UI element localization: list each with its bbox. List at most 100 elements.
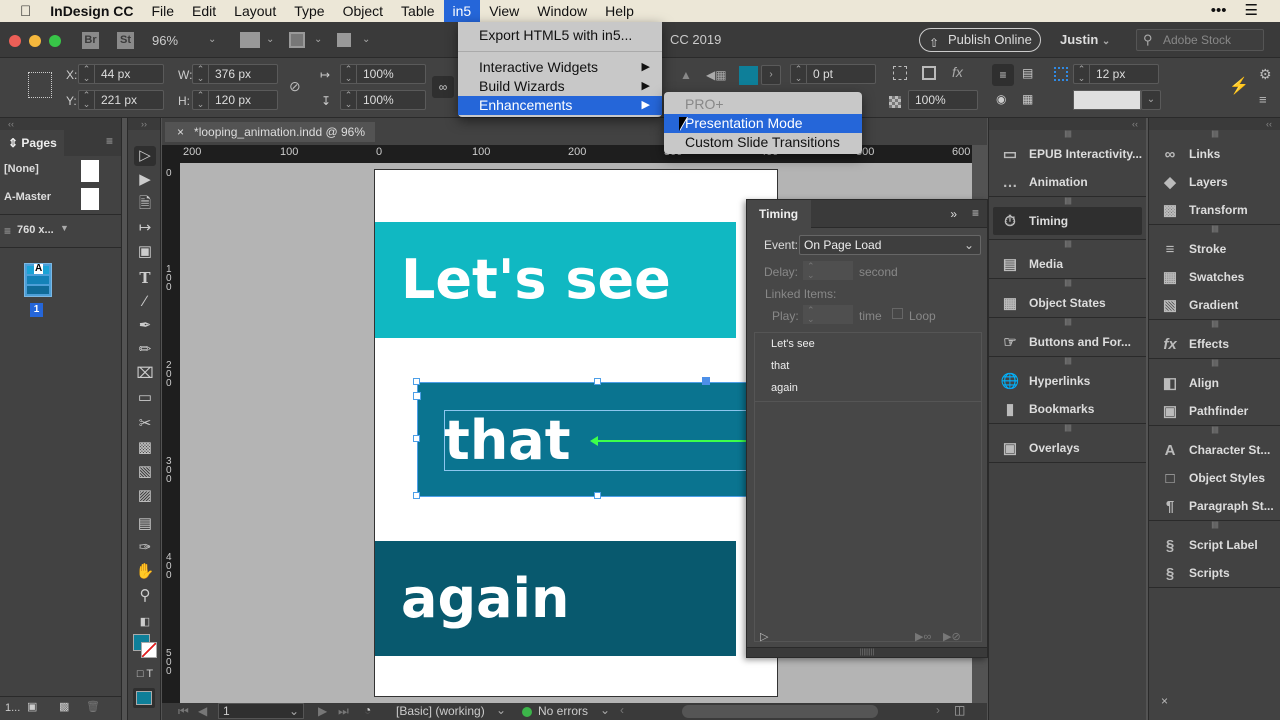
menu-edit[interactable]: Edit	[183, 0, 225, 22]
resize-handle[interactable]	[594, 492, 601, 499]
play-separately-icon[interactable]: ▶⊘	[943, 630, 961, 643]
selection-tool-icon[interactable]: ▷	[134, 146, 156, 166]
screen-mode-icon[interactable]	[289, 32, 305, 48]
play-together-icon[interactable]: ▶∞	[915, 630, 931, 643]
panel-object-states[interactable]: ▦ Object States	[989, 289, 1146, 317]
chevron-down-icon[interactable]: ⌄	[266, 34, 274, 45]
collapse-panel-icon[interactable]: ‹‹	[0, 118, 121, 130]
group-grip[interactable]: ||||||||	[1149, 225, 1280, 235]
list-item[interactable]: again	[755, 377, 981, 399]
play-field[interactable]: ⌃ ⌄	[803, 305, 853, 324]
user-menu[interactable]: Justin ⌄	[1060, 32, 1110, 47]
panel-effects[interactable]: fx Effects	[1149, 330, 1280, 358]
resize-grip[interactable]: ||||||||	[747, 647, 987, 657]
close-icon[interactable]: ×	[1161, 694, 1168, 708]
zoom-tool-icon[interactable]: ⚲	[134, 586, 156, 606]
group-grip[interactable]: ||||||||	[989, 279, 1146, 289]
page-size-selector[interactable]: ≡ 760 x... ▼	[0, 215, 121, 247]
panel-gradient[interactable]: ▧ Gradient	[1149, 291, 1280, 319]
menu-app[interactable]: InDesign CC	[41, 0, 142, 22]
gap-field[interactable]: ⌃ ⌄ 12 px	[1073, 64, 1159, 84]
horizontal-scrollbar[interactable]	[682, 705, 878, 718]
preflight-errors[interactable]: No errors	[538, 704, 588, 718]
note-tool-icon[interactable]: ▤	[134, 514, 156, 534]
zoom-level[interactable]: 96%	[152, 33, 178, 48]
chevron-down-icon[interactable]: ⌄	[1141, 90, 1161, 110]
panel-epub-interactivity[interactable]: ▭ EPUB Interactivity...	[989, 140, 1146, 168]
rectangle-frame-tool-icon[interactable]: ⌧	[134, 364, 156, 384]
view-options-icon[interactable]	[240, 32, 260, 48]
rectangle-tool-icon[interactable]: ▭	[134, 388, 156, 408]
group-grip[interactable]: ||||||||	[989, 318, 1146, 328]
page-tool-icon[interactable]: 🗎	[134, 194, 156, 214]
text-wrap-none-icon[interactable]: ≡	[992, 64, 1014, 86]
bridge-button[interactable]: Br	[82, 32, 99, 49]
page-number-field[interactable]: 1 ⌄	[218, 703, 304, 719]
fill-swatch[interactable]	[739, 66, 758, 85]
free-transform-tool-icon[interactable]: ▩	[134, 438, 156, 458]
panel-links[interactable]: ∞ Links	[1149, 140, 1280, 168]
loop-checkbox[interactable]	[892, 308, 903, 319]
preflight-profile[interactable]: [Basic] (working)	[396, 704, 485, 718]
opacity-field[interactable]: 100%	[908, 90, 978, 110]
content-collector-icon[interactable]: ▣	[134, 242, 156, 262]
new-page-icon[interactable]: ▩	[59, 700, 69, 713]
panel-character-styles[interactable]: A Character St...	[1149, 436, 1280, 464]
menu-layout[interactable]: Layout	[225, 0, 285, 22]
panel-bookmarks[interactable]: ▮ Bookmarks	[989, 395, 1146, 423]
master-none[interactable]: [None]	[0, 156, 121, 184]
scale-y-field[interactable]: ⌃ ⌄ 100%	[340, 90, 426, 110]
event-select[interactable]: On Page Load ⌄	[799, 235, 981, 255]
close-window-button[interactable]	[9, 35, 21, 47]
menu-item-build-wizards[interactable]: Build Wizards ▶	[458, 77, 662, 96]
resize-handle[interactable]	[413, 492, 420, 499]
menu-file[interactable]: File	[142, 0, 183, 22]
resize-handle[interactable]	[413, 435, 420, 442]
fx-icon[interactable]: fx	[952, 64, 963, 80]
expand-toolbar-icon[interactable]: ››	[128, 118, 160, 130]
page-number[interactable]: 1	[30, 303, 43, 317]
panel-object-styles[interactable]: □ Object Styles	[1149, 464, 1280, 492]
menu-window[interactable]: Window	[528, 0, 596, 22]
menu-icon[interactable]: ≡	[1259, 92, 1267, 107]
formatting-container-icon[interactable]: □ T	[134, 664, 156, 684]
collapse-dock-icon[interactable]: ‹‹	[989, 118, 1146, 130]
panel-transform[interactable]: ▩ Transform	[1149, 196, 1280, 224]
page-thumbnail[interactable]: A	[24, 263, 52, 297]
panel-layers[interactable]: ◆ Layers	[1149, 168, 1280, 196]
stock-button[interactable]: St	[117, 32, 134, 49]
collapse-panel-icon[interactable]: »	[950, 207, 957, 221]
chevron-down-icon[interactable]: ⌄	[208, 34, 216, 45]
group-grip[interactable]: ||||||||	[989, 424, 1146, 434]
direct-selection-tool-icon[interactable]: ▶	[134, 170, 156, 190]
gear-icon[interactable]: ⚙	[1259, 66, 1272, 83]
apply-color-button[interactable]	[133, 688, 155, 708]
close-tab-icon[interactable]: ×	[177, 125, 184, 139]
document-tab[interactable]: × *looping_animation.indd @ 96%	[165, 122, 375, 142]
apple-icon[interactable]: 	[0, 3, 41, 20]
preview-icon[interactable]: ▷	[760, 630, 768, 643]
hand-tool-icon[interactable]: ✋	[134, 562, 156, 582]
panel-overlays[interactable]: ▣ Overlays	[989, 434, 1146, 462]
panel-pathfinder[interactable]: ▣ Pathfinder	[1149, 397, 1280, 425]
group-grip[interactable]: ||||||||	[989, 130, 1146, 140]
resize-handle[interactable]	[413, 378, 420, 385]
panel-paragraph-styles[interactable]: ¶ Paragraph St...	[1149, 492, 1280, 520]
scissors-tool-icon[interactable]: ✂	[134, 414, 156, 434]
text-frame-that-selected[interactable]: that	[417, 382, 764, 497]
panel-script-label[interactable]: § Script Label	[1149, 531, 1280, 559]
menu-item-custom-slide-transitions[interactable]: Custom Slide Transitions	[664, 133, 862, 152]
collapse-dock-icon[interactable]: ‹‹	[1149, 118, 1280, 130]
stroke-style-selector[interactable]	[1073, 90, 1141, 110]
minimize-window-button[interactable]	[29, 35, 41, 47]
link-icon[interactable]: ∞	[432, 76, 454, 98]
split-window-icon[interactable]: ◫	[954, 703, 965, 717]
first-page-icon[interactable]: ⏮	[178, 704, 189, 719]
line-tool-icon[interactable]: ∕	[134, 292, 156, 312]
panel-menu-icon[interactable]: ≡	[972, 206, 979, 220]
eyedropper-tool-icon[interactable]: ✑	[134, 538, 156, 558]
text-frame-lets-see[interactable]: Let's see	[375, 222, 736, 338]
chevron-down-icon[interactable]: ⌄	[362, 34, 370, 45]
panel-media[interactable]: ▤ Media	[989, 250, 1146, 278]
document-page[interactable]: Let's see that again	[374, 169, 778, 697]
